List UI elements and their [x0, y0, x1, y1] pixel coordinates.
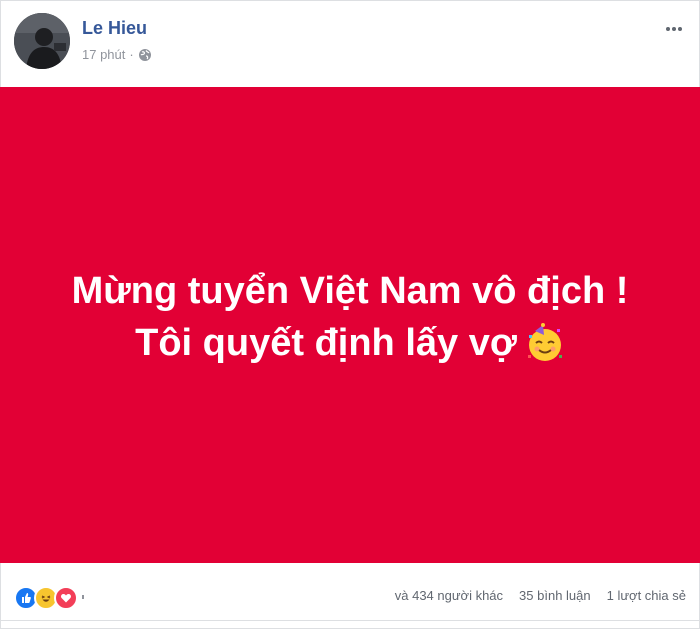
facebook-post: Le Hieu 17 phút · Mừng tuyển Việt Nam vô… [0, 0, 700, 629]
engagement-counts: và 434 người khác 35 bình luận 1 lượt ch… [395, 588, 686, 603]
post-message: Mừng tuyển Việt Nam vô địch ! Tôi quyết … [72, 265, 629, 369]
shares-count[interactable]: 1 lượt chia sẻ [607, 588, 686, 603]
reactions-bar: và 434 người khác 35 bình luận 1 lượt ch… [0, 578, 700, 614]
comments-count[interactable]: 35 bình luận [519, 588, 591, 603]
message-line-2-wrap: Tôi quyết định lấy vợ [135, 317, 565, 369]
post-header: Le Hieu 17 phút · [14, 13, 686, 73]
post-meta: 17 phút · [82, 47, 152, 62]
message-line-1: Mừng tuyển Việt Nam vô địch ! [71, 270, 629, 312]
message-line-2: Tôi quyết định lấy vợ [135, 322, 517, 364]
reactions-others-count[interactable]: và 434 người khác [395, 588, 503, 603]
avatar[interactable] [14, 13, 70, 69]
reaction-divider [82, 595, 84, 599]
reaction-icons[interactable] [14, 586, 84, 610]
partying-face-emoji-icon [525, 323, 565, 363]
divider [0, 620, 700, 621]
post-time[interactable]: 17 phút [82, 47, 125, 62]
author-name[interactable]: Le Hieu [82, 18, 147, 39]
love-icon [54, 586, 78, 610]
more-options-icon[interactable] [664, 19, 684, 39]
post-content-panel: Mừng tuyển Việt Nam vô địch ! Tôi quyết … [0, 87, 700, 563]
meta-separator: · [129, 47, 134, 62]
globe-icon[interactable] [138, 48, 152, 62]
